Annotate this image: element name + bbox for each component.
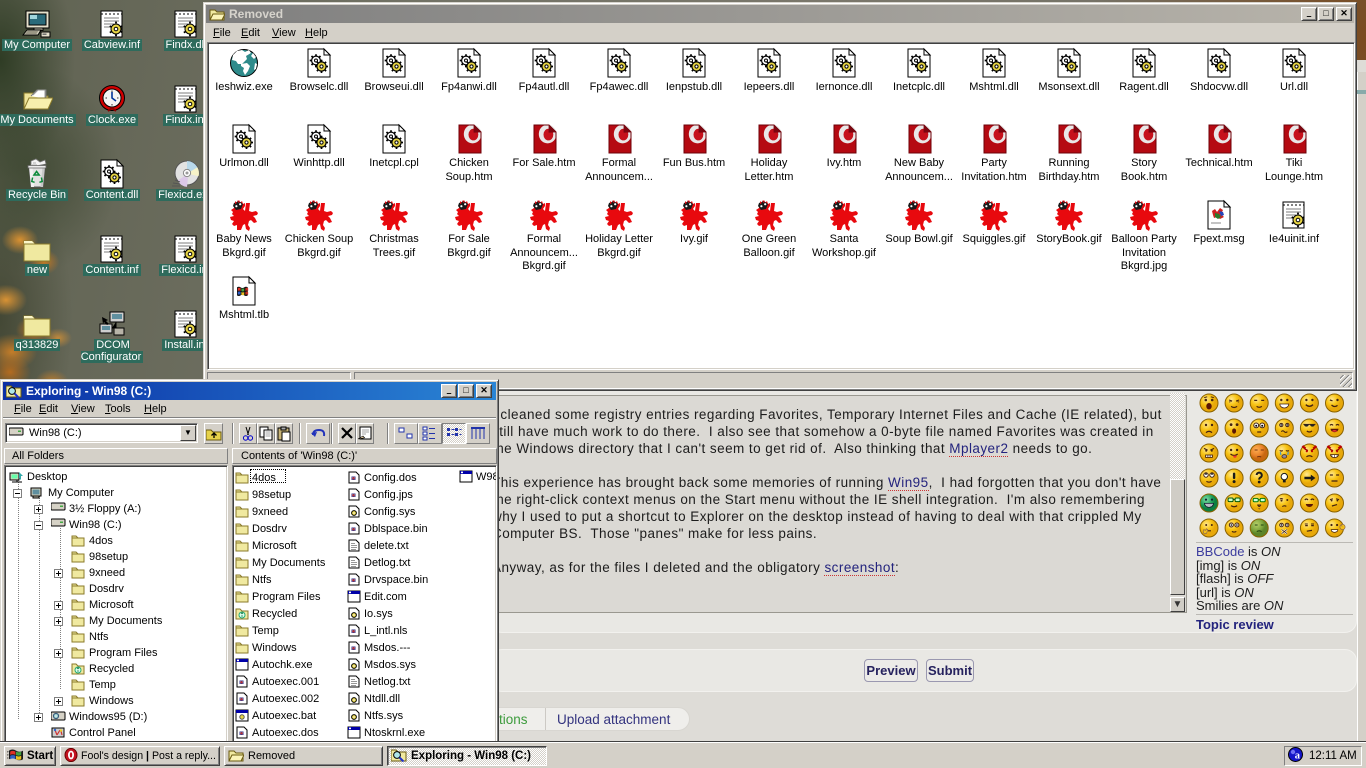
svg-text:a: a — [1295, 751, 1301, 762]
